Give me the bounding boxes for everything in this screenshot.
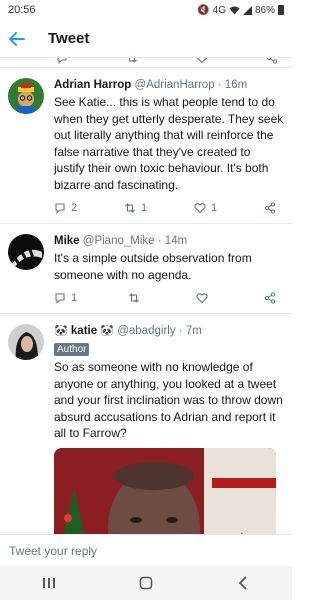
- avatar[interactable]: [8, 78, 44, 114]
- panda-emoji: 🐼: [100, 325, 115, 337]
- user-handle[interactable]: @abadgirly: [117, 325, 175, 337]
- separator-dot: ·: [157, 235, 162, 247]
- back-icon[interactable]: [223, 568, 263, 598]
- home-icon[interactable]: [126, 568, 166, 598]
- tweet-text: It's a simple outside observation from s…: [54, 251, 252, 282]
- share-button[interactable]: [264, 202, 276, 214]
- reply-icon: [55, 203, 65, 214]
- tweet-text: So as someone with no knowledge of anyon…: [54, 360, 283, 440]
- share-icon: [264, 292, 276, 304]
- page-title: Tweet: [48, 30, 90, 47]
- reply-count: 2: [71, 202, 78, 214]
- separator-dot: ·: [178, 325, 183, 337]
- status-time: 20:56: [8, 4, 36, 16]
- tweet-text: See Katie... this is what people tend to…: [54, 95, 284, 192]
- retweet-button[interactable]: 1: [124, 202, 147, 214]
- retweet-icon: [125, 203, 135, 213]
- timestamp: 14m: [164, 235, 188, 247]
- tweet[interactable]: Adrian Harrop @AdrianHarrop · 16m See Ka…: [0, 68, 292, 224]
- display-name[interactable]: katie: [71, 325, 97, 337]
- retweet-count: 1: [141, 202, 148, 214]
- network-label: 4G: [212, 4, 226, 16]
- like-button[interactable]: [196, 292, 213, 304]
- status-bar: 20:56 🔇 4G 86%: [0, 0, 292, 20]
- tweet-media-image[interactable]: nost: [54, 447, 276, 534]
- user-handle[interactable]: @AdrianHarrop: [135, 79, 215, 91]
- retweet-icon[interactable]: [126, 58, 138, 64]
- avatar[interactable]: [8, 234, 44, 270]
- share-button[interactable]: [264, 292, 276, 304]
- share-icon: [264, 202, 276, 214]
- timestamp: 7m: [185, 325, 202, 337]
- tweet[interactable]: Mike @Piano_Mike · 14m It's a simple out…: [0, 224, 292, 314]
- like-icon: [196, 293, 208, 304]
- top-bar: Tweet: [0, 20, 292, 58]
- system-nav-bar: [0, 566, 292, 600]
- panda-emoji: 🐼: [54, 325, 68, 337]
- share-icon[interactable]: [266, 58, 278, 64]
- battery-level: 86%: [254, 4, 275, 16]
- display-name[interactable]: Adrian Harrop: [54, 79, 131, 91]
- tweet[interactable]: 🐼 katie 🐼 @abadgirly · 7m Author So as s…: [0, 314, 292, 534]
- tweet-actions: 1: [54, 289, 276, 307]
- author-badge: Author: [54, 343, 90, 356]
- back-arrow-icon[interactable]: [0, 20, 34, 58]
- avatar[interactable]: [8, 324, 44, 360]
- reply-icon: [55, 293, 65, 304]
- reply-input[interactable]: Tweet your reply: [0, 534, 292, 566]
- battery-icon: [278, 5, 284, 15]
- user-handle[interactable]: @Piano_Mike: [83, 235, 155, 247]
- display-name[interactable]: Mike: [54, 235, 80, 247]
- reply-count: 1: [71, 292, 78, 304]
- reply-button[interactable]: 1: [54, 292, 77, 304]
- status-indicators: 🔇 4G 86%: [197, 5, 284, 16]
- tweet-actions: 2 1 1: [54, 199, 276, 217]
- tweet-thread[interactable]: Adrian Harrop @AdrianHarrop · 16m See Ka…: [0, 58, 292, 534]
- like-icon: [194, 203, 206, 214]
- mute-icon: 🔇: [197, 4, 210, 16]
- timestamp: 16m: [224, 79, 248, 91]
- retweet-button[interactable]: [128, 292, 145, 304]
- reply-icon[interactable]: [56, 58, 68, 64]
- like-icon[interactable]: [196, 58, 208, 64]
- separator-dot: ·: [217, 79, 222, 91]
- previous-tweet-actions: [0, 58, 292, 68]
- retweet-icon: [129, 293, 139, 303]
- wifi-icon: [229, 6, 240, 14]
- like-count: 1: [211, 202, 218, 214]
- signal-icon: [242, 5, 252, 15]
- recent-apps-icon[interactable]: [29, 568, 69, 598]
- reply-button[interactable]: 2: [54, 202, 77, 214]
- like-button[interactable]: 1: [194, 202, 217, 214]
